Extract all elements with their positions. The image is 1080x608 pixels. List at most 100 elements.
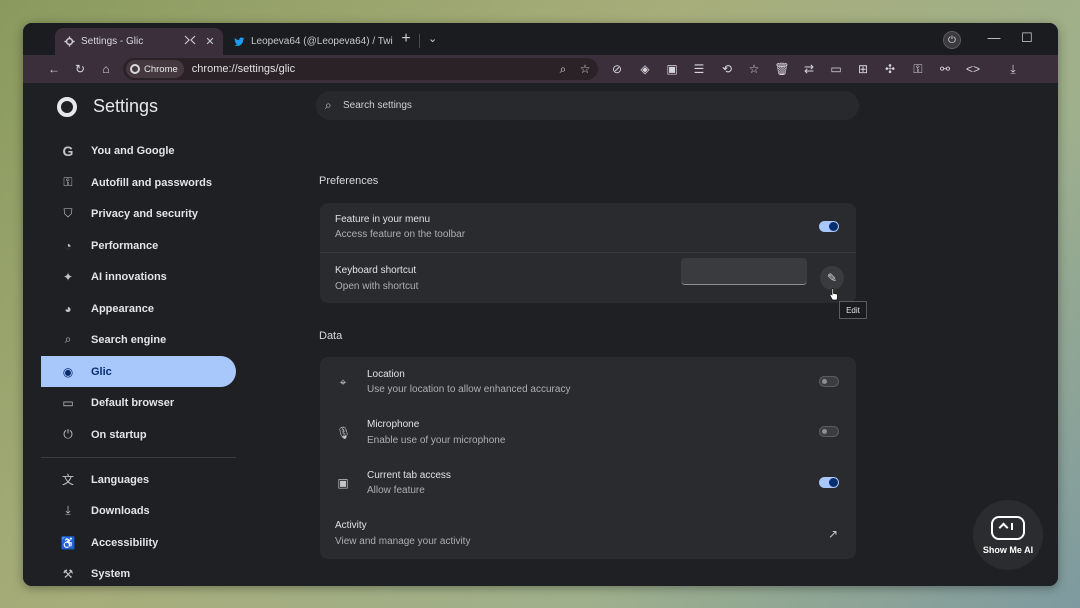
- search-icon: ⌕: [64, 332, 72, 346]
- sidebar-item-label: On startup: [91, 428, 147, 441]
- feature-menu-subtitle: Access feature on the toolbar: [335, 229, 466, 240]
- robot-icon: [991, 515, 1025, 540]
- history-icon[interactable]: ⟲: [719, 61, 735, 77]
- sidebar-item-label: AI innovations: [91, 270, 167, 283]
- wrench-icon: ⚒: [62, 566, 74, 581]
- sidebar-item-label: Languages: [91, 473, 150, 486]
- sparkle-icon: ✦: [62, 269, 74, 284]
- keyboard-shortcut-title: Keyboard shortcut: [335, 265, 417, 276]
- sidebar-item-glic[interactable]: ◉ Glic: [41, 356, 236, 387]
- sidebar-item-privacy[interactable]: ⛉ Privacy and security: [41, 198, 236, 229]
- performance-icon[interactable]: ✣: [882, 61, 898, 77]
- sidebar-item-system[interactable]: ⚒ System: [41, 558, 236, 586]
- location-pin-icon: ⌖: [339, 375, 347, 389]
- activity-subtitle[interactable]: View and manage your activity: [335, 536, 470, 547]
- palette-icon: ◕: [64, 301, 72, 316]
- close-tab-icon[interactable]: ✕: [203, 35, 217, 48]
- cast-icon[interactable]: ▭: [828, 61, 844, 77]
- sidebar-item-performance[interactable]: ◔ Performance: [41, 230, 236, 261]
- sidebar-item-label: Accessibility: [91, 536, 159, 549]
- side-panel-icon[interactable]: ▣: [664, 61, 680, 77]
- tab-access-toggle[interactable]: [819, 477, 839, 488]
- edit-shortcut-button[interactable]: ✎: [820, 266, 844, 290]
- reload-icon[interactable]: ↻: [72, 61, 88, 77]
- sidebar-item-label: System: [91, 567, 131, 580]
- glic-tab-icon[interactable]: [183, 35, 197, 48]
- sidebar-item-label: Search engine: [91, 333, 167, 346]
- preferences-card: Feature in your menu Access feature on t…: [320, 203, 856, 303]
- tab-title: Settings - Glic: [81, 36, 144, 47]
- sidebar-item-label: Appearance: [91, 302, 154, 315]
- sidebar-item-label: Privacy and security: [91, 207, 199, 220]
- maximize-icon[interactable]: ☐: [1019, 30, 1035, 46]
- sidebar-item-on-startup[interactable]: ⏻ On startup: [41, 419, 236, 450]
- devtools-icon[interactable]: <>: [965, 61, 981, 77]
- sidebar-item-ai-innovations[interactable]: ✦ AI innovations: [41, 261, 236, 292]
- sidebar-item-appearance[interactable]: ◕ Appearance: [41, 293, 236, 324]
- twitter-icon: [233, 36, 245, 48]
- chip-label: Chrome: [144, 63, 178, 75]
- location-title: Location: [367, 369, 405, 380]
- sidebar-item-default-browser[interactable]: ▭ Default browser: [41, 387, 236, 418]
- microphone-title: Microphone: [367, 419, 420, 430]
- sidebar-item-label: Default browser: [91, 396, 175, 409]
- sidebar-item-downloads[interactable]: ⤓ Downloads: [41, 495, 236, 526]
- mouse-cursor-icon: [829, 288, 838, 301]
- bookmarks-icon[interactable]: ☆: [746, 61, 762, 77]
- sidebar-item-label: Glic: [91, 365, 112, 378]
- account-icon[interactable]: ⏻: [943, 31, 961, 49]
- sidebar-item-languages[interactable]: 文 Languages: [41, 464, 236, 495]
- browser-window: Settings - Glic ✕ Leopeva64 (@Leopeva64)…: [23, 23, 1058, 586]
- sidebar-item-accessibility[interactable]: ♿ Accessibility: [41, 527, 236, 558]
- download-icon[interactable]: ⤓: [1005, 61, 1021, 77]
- location-toggle[interactable]: [819, 376, 839, 387]
- preferences-heading: Preferences: [319, 175, 379, 187]
- feature-menu-toggle[interactable]: [819, 221, 839, 232]
- url-text[interactable]: chrome://settings/glic: [192, 63, 554, 75]
- tab-twitter[interactable]: Leopeva64 (@Leopeva64) / Twi: [225, 28, 417, 55]
- microphone-toggle[interactable]: [819, 426, 839, 437]
- reading-list-icon[interactable]: ☰: [691, 61, 707, 77]
- link-icon[interactable]: ⚯: [937, 61, 953, 77]
- accessibility-icon: ♿: [60, 535, 76, 550]
- omnibox[interactable]: Chrome chrome://settings/glic ⌕ ☆: [123, 58, 598, 80]
- zoom-icon[interactable]: ⌕: [554, 62, 572, 77]
- microphone-icon: 🎙: [336, 426, 352, 440]
- home-icon[interactable]: ⌂: [98, 61, 114, 77]
- translate-icon[interactable]: ⇄: [801, 61, 817, 77]
- tab-access-icon: ▣: [337, 476, 349, 490]
- sidebar-item-you-and-google[interactable]: G You and Google: [41, 135, 236, 166]
- feature-menu-title: Feature in your menu: [335, 214, 431, 225]
- passwords-icon[interactable]: ⚿: [910, 61, 926, 77]
- tab-search-chevron-icon[interactable]: ⌄: [428, 32, 437, 45]
- extension-off-icon[interactable]: ⊘: [609, 61, 625, 77]
- bookmark-star-icon[interactable]: ☆: [576, 62, 594, 76]
- back-icon[interactable]: ←: [46, 61, 62, 77]
- chrome-icon: [130, 64, 140, 74]
- search-input[interactable]: ⌕ Search settings: [316, 91, 859, 120]
- minimize-icon[interactable]: —: [986, 30, 1002, 45]
- sidebar-item-autofill[interactable]: ⚿ Autofill and passwords: [41, 167, 236, 198]
- data-heading: Data: [319, 330, 343, 342]
- data-card: ⌖ Location Use your location to allow en…: [320, 357, 856, 559]
- shortcut-input[interactable]: [681, 258, 807, 285]
- sidebar-item-search-engine[interactable]: ⌕ Search engine: [41, 324, 236, 355]
- tab-settings[interactable]: Settings - Glic ✕: [55, 28, 223, 55]
- tab-strip: Settings - Glic ✕ Leopeva64 (@Leopeva64)…: [23, 23, 1058, 55]
- power-icon: ⏻: [63, 427, 73, 441]
- new-tab-button[interactable]: +: [398, 30, 414, 48]
- tab-separator: [419, 34, 420, 48]
- sidebar-item-label: Autofill and passwords: [91, 176, 213, 189]
- chrome-chip[interactable]: Chrome: [126, 60, 184, 78]
- speedometer-icon: ◔: [64, 238, 72, 253]
- key-icon: ⚿: [63, 175, 73, 189]
- pencil-icon: ✎: [826, 271, 838, 285]
- tab-access-subtitle: Allow feature: [367, 485, 425, 496]
- delete-icon[interactable]: 🗑: [774, 61, 790, 77]
- external-link-icon[interactable]: ↗: [825, 527, 841, 543]
- tab-groups-icon[interactable]: ⊞: [855, 61, 871, 77]
- row-divider: [320, 252, 856, 253]
- glic-icon[interactable]: ◈: [637, 61, 653, 77]
- tab-access-title: Current tab access: [367, 470, 451, 481]
- gear-icon: [63, 36, 75, 48]
